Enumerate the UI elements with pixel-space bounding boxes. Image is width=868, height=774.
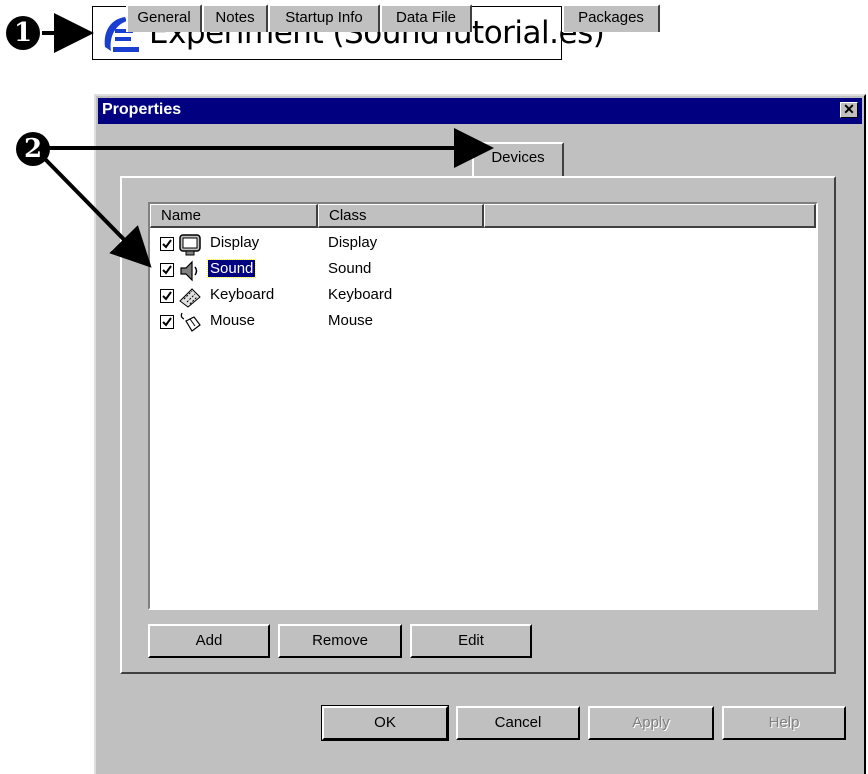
- ok-button-label: OK: [374, 714, 396, 731]
- tab-devices-label: Devices: [491, 149, 545, 166]
- edit-button[interactable]: Edit: [410, 624, 532, 658]
- help-button-label: Help: [768, 714, 800, 731]
- callout-number-1: 1: [6, 16, 40, 50]
- tab-packages[interactable]: Packages: [562, 4, 660, 32]
- close-icon: ✕: [843, 101, 855, 117]
- row-class: Keyboard: [328, 286, 393, 303]
- edit-button-label: Edit: [458, 632, 484, 649]
- row-name: Mouse: [210, 312, 256, 329]
- speaker-icon: [178, 259, 202, 283]
- tab-data-file-label: Data File: [395, 9, 457, 26]
- callout-number-2: 2: [16, 132, 50, 166]
- apply-button-label: Apply: [632, 714, 670, 731]
- keyboard-checkbox[interactable]: [160, 289, 174, 303]
- dialog-title-bar[interactable]: Properties ✕: [98, 98, 862, 124]
- row-name: Display: [210, 234, 260, 251]
- tab-startup-info-label: Startup Info: [285, 9, 363, 26]
- mouse-icon: [178, 311, 202, 335]
- add-button[interactable]: Add: [148, 624, 270, 658]
- list-item[interactable]: Display Display: [150, 232, 816, 258]
- list-item[interactable]: Keyboard Keyboard: [150, 284, 816, 310]
- column-header-class-label: Class: [329, 207, 367, 224]
- cancel-button[interactable]: Cancel: [456, 706, 580, 740]
- column-header-blank[interactable]: [484, 204, 816, 228]
- monitor-icon: [178, 233, 202, 257]
- column-header-name-label: Name: [161, 207, 202, 224]
- close-button[interactable]: ✕: [840, 102, 858, 118]
- dialog-title: Properties: [102, 101, 182, 118]
- row-name: Keyboard: [210, 286, 275, 303]
- remove-button-label: Remove: [312, 632, 368, 649]
- sound-checkbox[interactable]: [160, 263, 174, 277]
- list-header: Name Class: [150, 204, 816, 228]
- row-class: Sound: [328, 260, 372, 277]
- row-class: Display: [328, 234, 378, 251]
- tab-notes[interactable]: Notes: [202, 4, 268, 32]
- tab-devices[interactable]: Devices: [472, 142, 564, 176]
- row-class: Mouse: [328, 312, 374, 329]
- help-button[interactable]: Help: [722, 706, 846, 740]
- list-item[interactable]: Sound Sound: [150, 258, 816, 284]
- ok-button[interactable]: OK: [321, 705, 449, 741]
- tab-notes-label: Notes: [215, 9, 255, 26]
- tab-general-label: General: [137, 9, 191, 26]
- tab-general[interactable]: General: [126, 4, 202, 32]
- mouse-checkbox[interactable]: [160, 315, 174, 329]
- add-button-label: Add: [195, 632, 223, 649]
- column-header-class[interactable]: Class: [318, 204, 484, 228]
- devices-list[interactable]: Name Class Display Display Sound Sound K…: [148, 202, 818, 610]
- remove-button[interactable]: Remove: [278, 624, 402, 658]
- column-header-name[interactable]: Name: [150, 204, 318, 228]
- tab-packages-label: Packages: [578, 9, 644, 26]
- tab-data-file[interactable]: Data File: [380, 4, 472, 32]
- list-item[interactable]: Mouse Mouse: [150, 310, 816, 336]
- tab-startup-info[interactable]: Startup Info: [268, 4, 380, 32]
- row-name: Sound: [206, 259, 257, 278]
- display-checkbox[interactable]: [160, 237, 174, 251]
- apply-button[interactable]: Apply: [588, 706, 714, 740]
- keyboard-icon: [178, 285, 202, 309]
- cancel-button-label: Cancel: [494, 714, 542, 731]
